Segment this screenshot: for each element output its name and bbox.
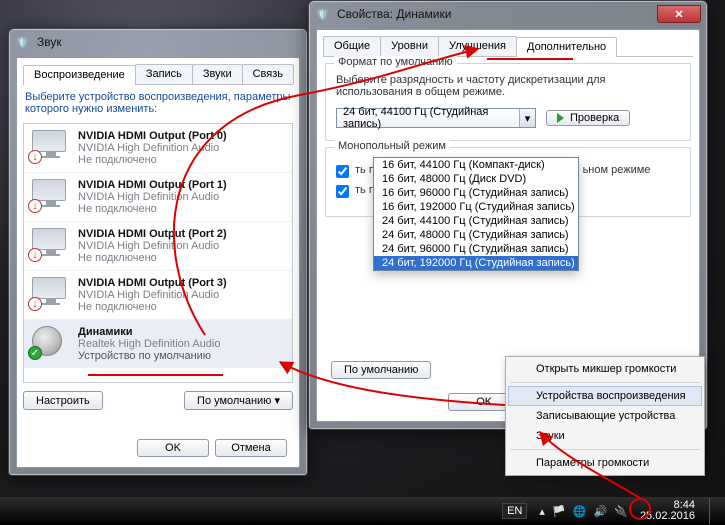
format-option[interactable]: 24 бит, 192000 Гц (Студийная запись): [374, 256, 578, 270]
show-desktop-button[interactable]: [709, 498, 719, 524]
defaults-button[interactable]: По умолчанию: [331, 361, 431, 379]
tab-sounds[interactable]: Звуки: [192, 64, 243, 84]
menu-recording-devices[interactable]: Записывающие устройства: [508, 406, 702, 426]
monitor-icon: ↓: [32, 179, 70, 209]
tray-power-icon[interactable]: 🔌: [614, 506, 628, 518]
tray-chevron-icon[interactable]: ▴: [539, 506, 545, 518]
sound-titlebar-icon: 🛡️: [15, 34, 31, 50]
sound-window: 🛡️ Звук Воспроизведение Запись Звуки Свя…: [8, 28, 308, 476]
test-button[interactable]: Проверка: [546, 110, 630, 126]
tray-volume-icon[interactable]: 🔊: [593, 506, 607, 518]
monitor-icon: ↓: [32, 277, 70, 307]
device-driver: NVIDIA High Definition Audio: [78, 289, 219, 301]
monitor-icon: ↓: [32, 228, 70, 258]
format-option[interactable]: 16 бит, 48000 Гц (Диск DVD): [374, 172, 578, 186]
format-combobox[interactable]: 24 бит, 44100 Гц (Студийная запись) ▾: [336, 108, 536, 128]
device-driver: Realtek High Definition Audio: [78, 338, 220, 350]
exclusive-group-legend: Монопольный режим: [334, 140, 450, 152]
sound-hint: Выберите устройство воспроизведения, пар…: [25, 91, 291, 115]
language-indicator[interactable]: EN: [502, 503, 527, 519]
tray-network-icon[interactable]: 🌐: [573, 506, 587, 518]
sound-tabbar: Воспроизведение Запись Звуки Связь: [23, 64, 293, 85]
tab-recording[interactable]: Запись: [135, 64, 193, 84]
exclusive-check-1[interactable]: [336, 165, 349, 178]
props-tabbar: Общие Уровни Улучшения Дополнительно: [323, 36, 693, 57]
format-group-legend: Формат по умолчанию: [334, 56, 457, 68]
device-item-speakers[interactable]: ✓ Динамики Realtek High Definition Audio…: [24, 320, 292, 368]
properties-window-title: Свойства: Динамики: [337, 7, 451, 21]
tab-advanced[interactable]: Дополнительно: [516, 37, 617, 57]
menu-volume-options[interactable]: Параметры громкости: [508, 453, 702, 473]
device-name: NVIDIA HDMI Output (Port 0): [78, 130, 227, 142]
tab-communications[interactable]: Связь: [242, 64, 294, 84]
monitor-icon: ↓: [32, 130, 70, 160]
tab-enhancements[interactable]: Улучшения: [438, 36, 517, 56]
device-name: NVIDIA HDMI Output (Port 2): [78, 228, 227, 240]
device-name: Динамики: [78, 326, 133, 338]
tab-general[interactable]: Общие: [323, 36, 381, 56]
device-item-hdmi-1[interactable]: ↓ NVIDIA HDMI Output (Port 1) NVIDIA Hig…: [24, 173, 292, 222]
format-dropdown-list[interactable]: 16 бит, 44100 Гц (Компакт-диск) 16 бит, …: [373, 157, 579, 271]
tray-icons[interactable]: ▴ 🏳️ 🌐 🔊 🔌: [537, 505, 630, 518]
device-status: Не подключено: [78, 252, 157, 264]
ok-button[interactable]: OK: [137, 439, 209, 457]
chevron-down-icon: ▾: [519, 109, 535, 127]
menu-separator: [510, 449, 700, 450]
device-item-hdmi-0[interactable]: ↓ NVIDIA HDMI Output (Port 0) NVIDIA Hig…: [24, 124, 292, 173]
set-default-button[interactable]: По умолчанию ▾: [184, 391, 293, 410]
format-option[interactable]: 24 бит, 44100 Гц (Студийная запись): [374, 214, 578, 228]
taskbar: EN ▴ 🏳️ 🌐 🔊 🔌 8:44 25.02.2016: [0, 497, 725, 525]
menu-separator: [510, 382, 700, 383]
device-driver: NVIDIA High Definition Audio: [78, 142, 219, 154]
properties-titlebar-icon: 🛡️: [315, 6, 331, 22]
device-name: NVIDIA HDMI Output (Port 1): [78, 179, 227, 191]
format-option[interactable]: 16 бит, 96000 Гц (Студийная запись): [374, 186, 578, 200]
device-driver: NVIDIA High Definition Audio: [78, 240, 219, 252]
annotation-circle: [629, 498, 651, 520]
menu-sounds[interactable]: Звуки: [508, 426, 702, 446]
device-status: Не подключено: [78, 203, 157, 215]
format-option[interactable]: 16 бит, 44100 Гц (Компакт-диск): [374, 158, 578, 172]
tab-levels[interactable]: Уровни: [380, 36, 439, 56]
device-name: NVIDIA HDMI Output (Port 3): [78, 277, 227, 289]
device-status: Устройство по умолчанию: [78, 350, 211, 362]
menu-open-mixer[interactable]: Открыть микшер громкости: [508, 359, 702, 379]
tray-flag-icon[interactable]: 🏳️: [552, 506, 566, 518]
tray-context-menu: Открыть микшер громкости Устройства восп…: [505, 356, 705, 476]
tab-playback[interactable]: Воспроизведение: [23, 65, 136, 85]
device-item-hdmi-2[interactable]: ↓ NVIDIA HDMI Output (Port 2) NVIDIA Hig…: [24, 222, 292, 271]
format-option[interactable]: 16 бит, 192000 Гц (Студийная запись): [374, 200, 578, 214]
cancel-button[interactable]: Отмена: [215, 439, 287, 457]
speaker-icon: ✓: [32, 326, 70, 356]
format-option[interactable]: 24 бит, 48000 Гц (Студийная запись): [374, 228, 578, 242]
device-list[interactable]: ↓ NVIDIA HDMI Output (Port 0) NVIDIA Hig…: [23, 123, 293, 383]
menu-playback-devices[interactable]: Устройства воспроизведения: [508, 386, 702, 406]
exclusive-check-2[interactable]: [336, 185, 349, 198]
device-status: Не подключено: [78, 301, 157, 313]
close-button[interactable]: ✕: [657, 5, 701, 23]
format-option[interactable]: 24 бит, 96000 Гц (Студийная запись): [374, 242, 578, 256]
format-selected: 24 бит, 44100 Гц (Студийная запись): [343, 106, 517, 130]
sound-window-title: Звук: [37, 35, 62, 49]
play-icon: [557, 113, 564, 123]
device-driver: NVIDIA High Definition Audio: [78, 191, 219, 203]
device-status: Не подключено: [78, 154, 157, 166]
device-item-hdmi-3[interactable]: ↓ NVIDIA HDMI Output (Port 3) NVIDIA Hig…: [24, 271, 292, 320]
format-desc: Выберите разрядность и частоту дискретиз…: [336, 74, 680, 98]
configure-button[interactable]: Настроить: [23, 391, 103, 410]
